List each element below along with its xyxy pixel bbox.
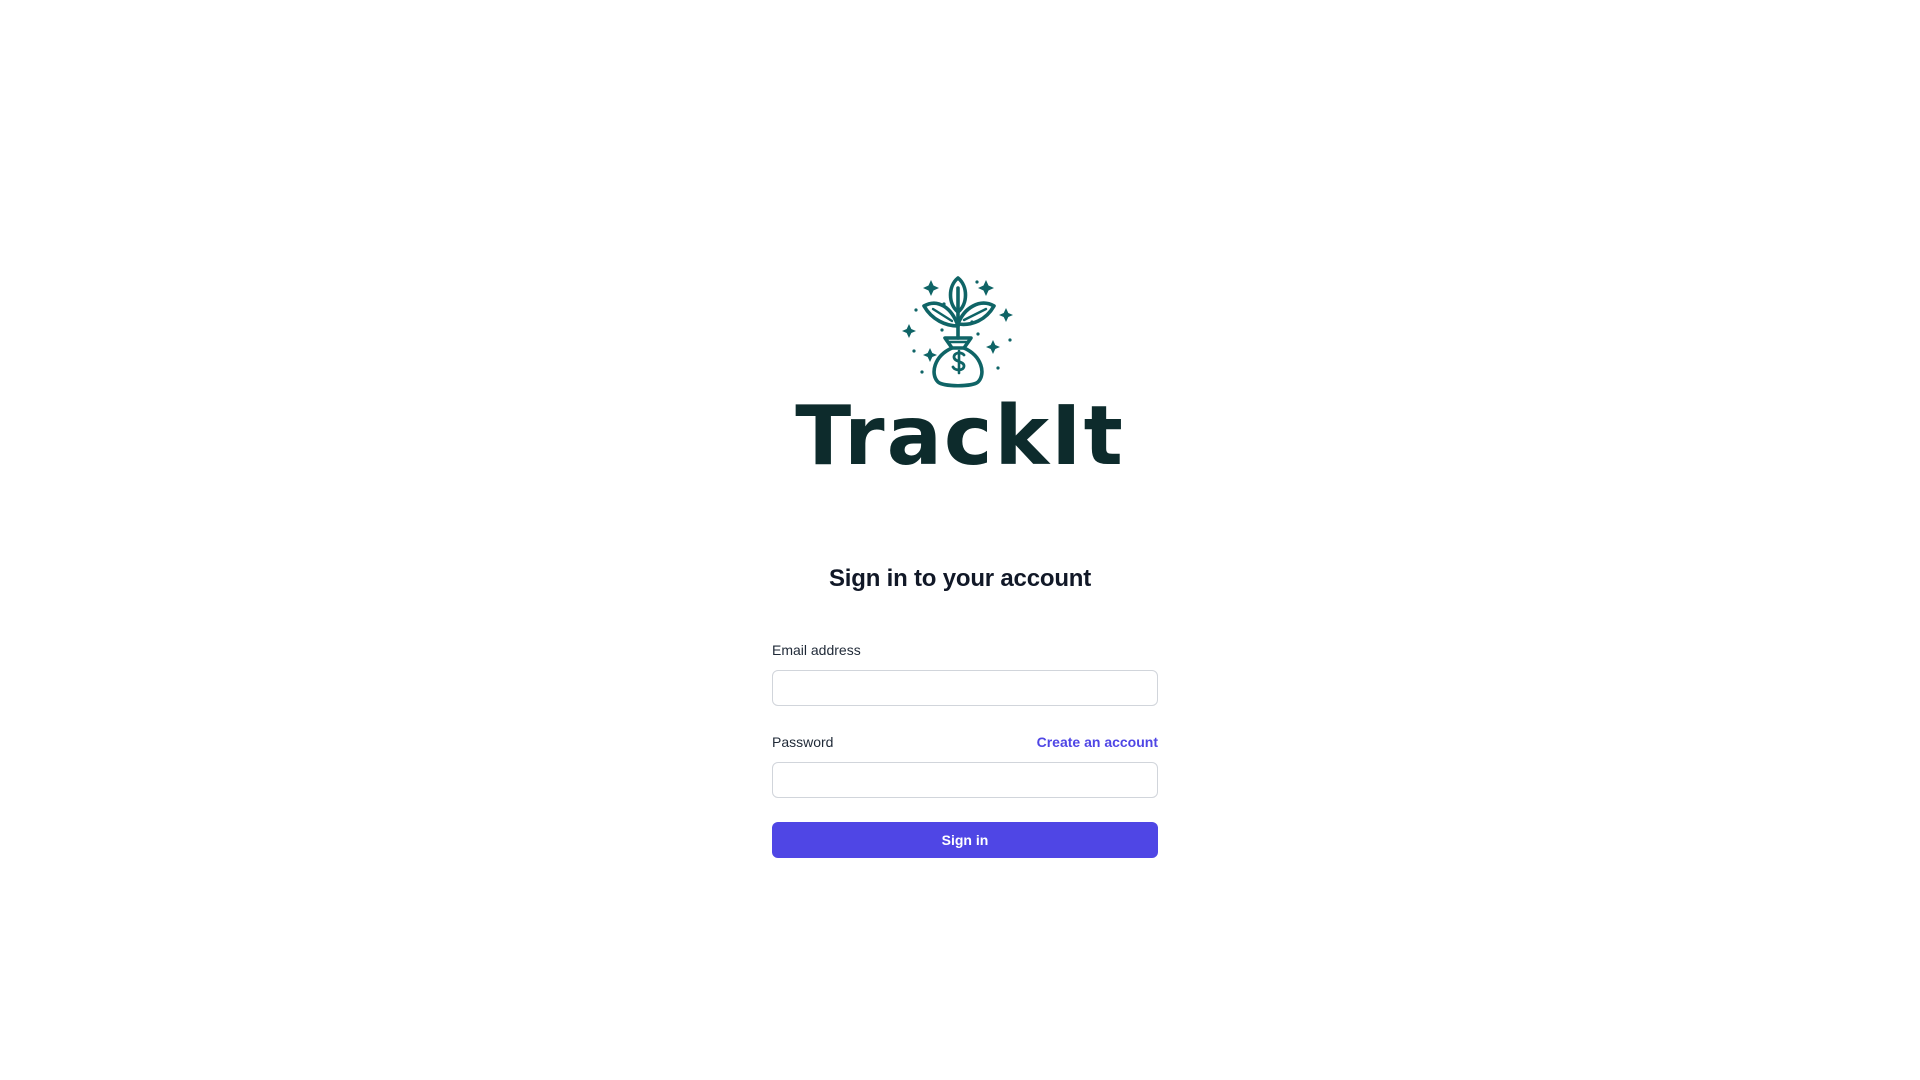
logo	[0, 276, 1920, 388]
sign-in-button[interactable]: Sign in	[772, 822, 1158, 858]
page-title: Sign in to your account	[828, 565, 1092, 592]
sign-in-form: Email address Password Create an account…	[772, 640, 1158, 858]
password-label: Password	[772, 734, 834, 750]
email-field[interactable]	[772, 670, 1158, 706]
password-field[interactable]	[772, 762, 1158, 798]
email-label: Email address	[772, 642, 861, 658]
email-label-row: Email address	[772, 640, 1158, 660]
field-spacer	[772, 706, 1158, 732]
create-account-link[interactable]: Create an account	[1037, 732, 1158, 752]
money-bag-plant-icon	[902, 276, 1013, 388]
login-page: TrackIt Sign in to your account Email ad…	[0, 0, 1920, 1080]
brand-name: TrackIt	[795, 389, 1125, 484]
password-label-row: Password Create an account	[772, 732, 1158, 752]
